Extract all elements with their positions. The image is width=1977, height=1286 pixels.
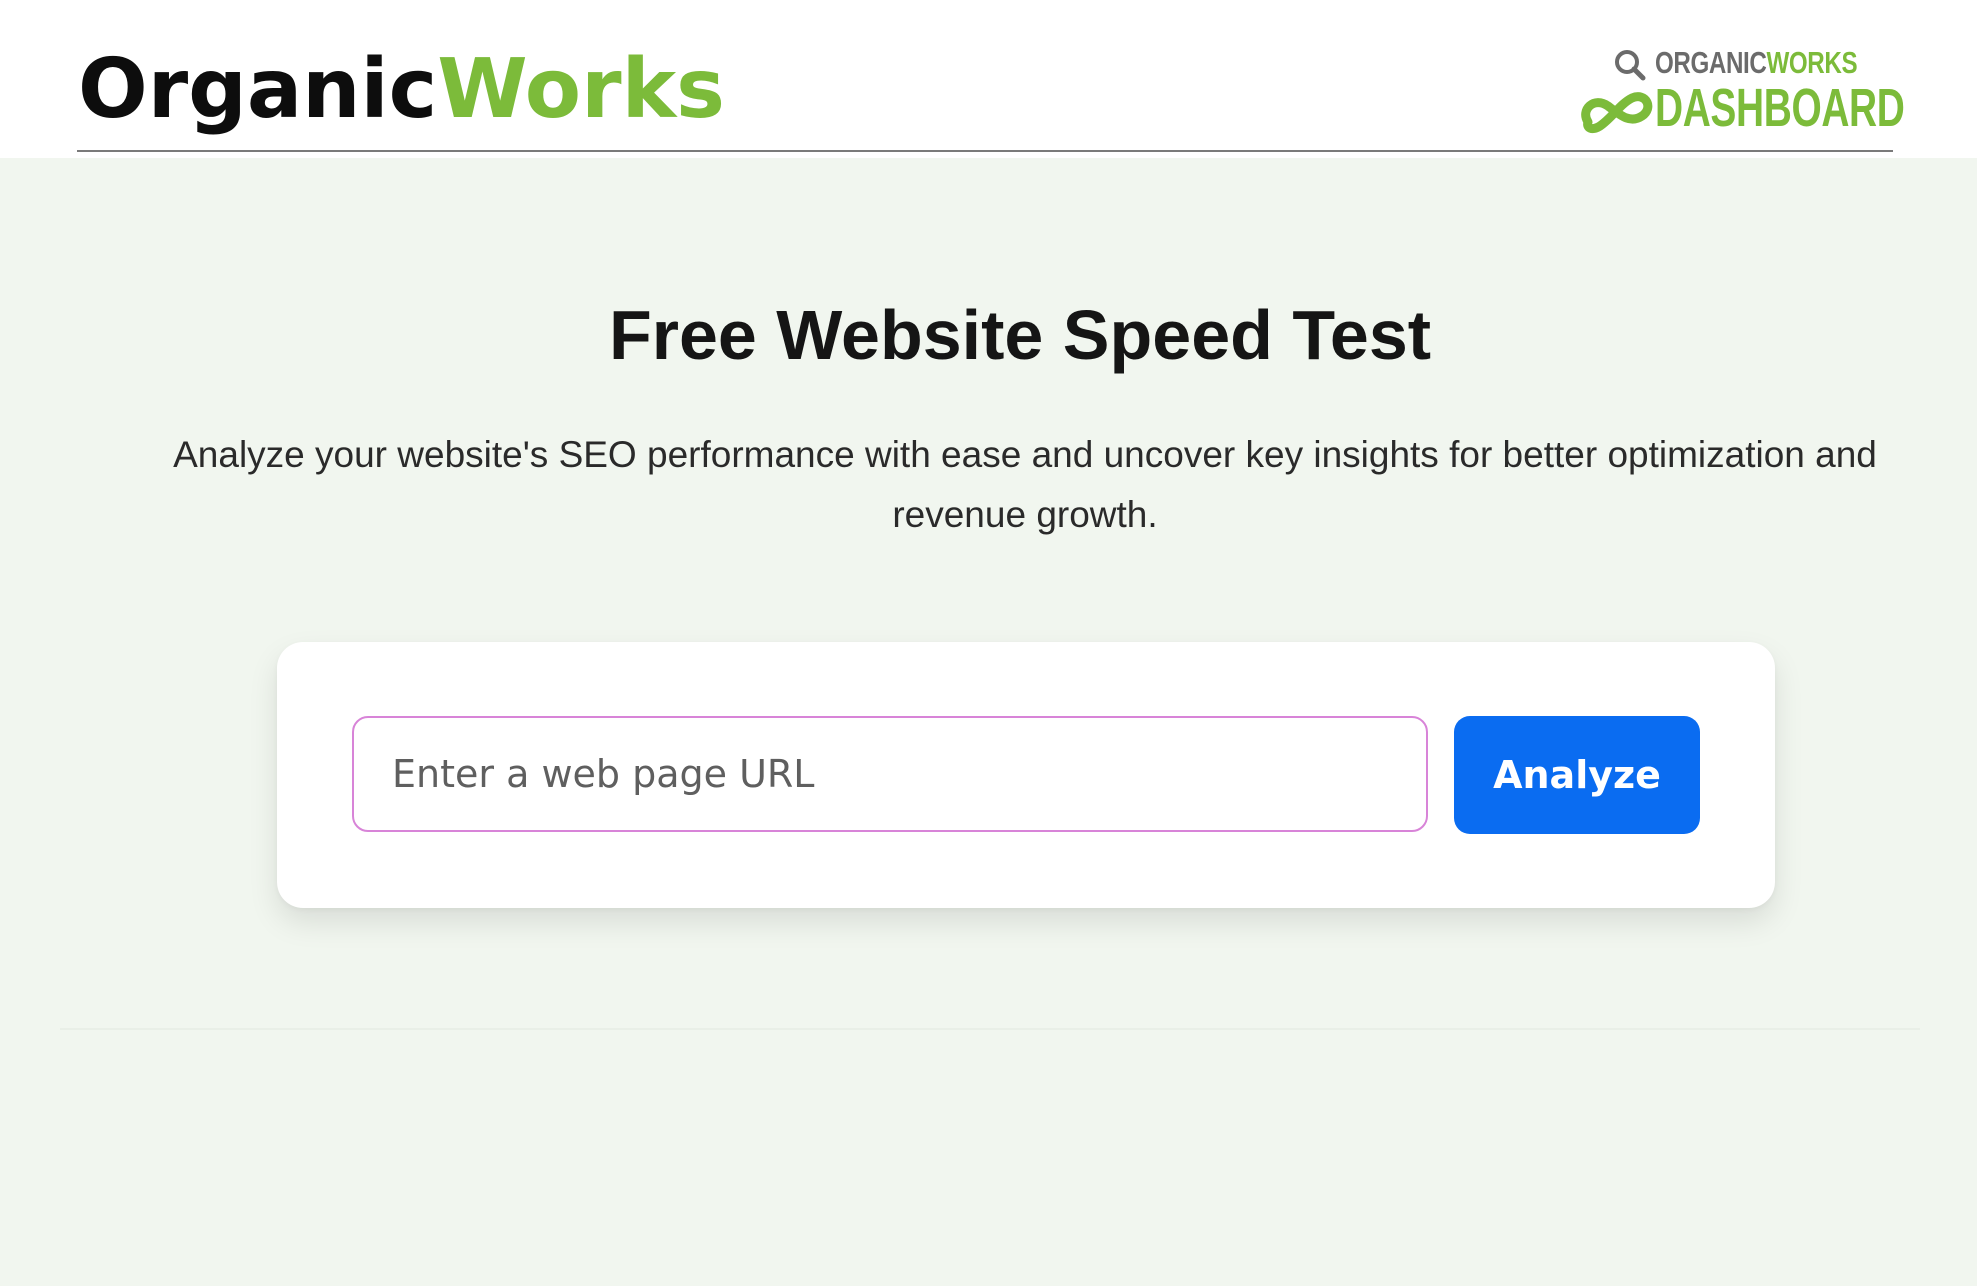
url-analyze-card: Analyze [277, 642, 1775, 908]
dashboard-logo[interactable]: ORGANICWORKS DASHBOARD [1580, 44, 1905, 136]
dashboard-logo-line1: ORGANICWORKS [1655, 45, 1858, 80]
header-divider [77, 150, 1893, 152]
url-input[interactable] [352, 716, 1428, 832]
brand-name-part1: Organic [78, 42, 438, 137]
page-title: Free Website Speed Test [608, 296, 1432, 374]
site-header: OrganicWorks ORGANICWORKS DASHBOARD [0, 0, 1977, 158]
magnifier-infinity-icon [1581, 50, 1653, 133]
section-divider [60, 1028, 1920, 1030]
dashboard-logo-organic: ORGANIC [1655, 45, 1767, 80]
analyze-button[interactable]: Analyze [1454, 716, 1700, 834]
brand-name-part2: Works [437, 42, 725, 137]
brand-logo[interactable]: OrganicWorks [78, 40, 725, 140]
dashboard-logo-line2: DASHBOARD [1655, 78, 1905, 138]
dashboard-logo-works: WORKS [1766, 45, 1858, 80]
page-subtitle: Analyze your website's SEO performance w… [173, 434, 1877, 535]
